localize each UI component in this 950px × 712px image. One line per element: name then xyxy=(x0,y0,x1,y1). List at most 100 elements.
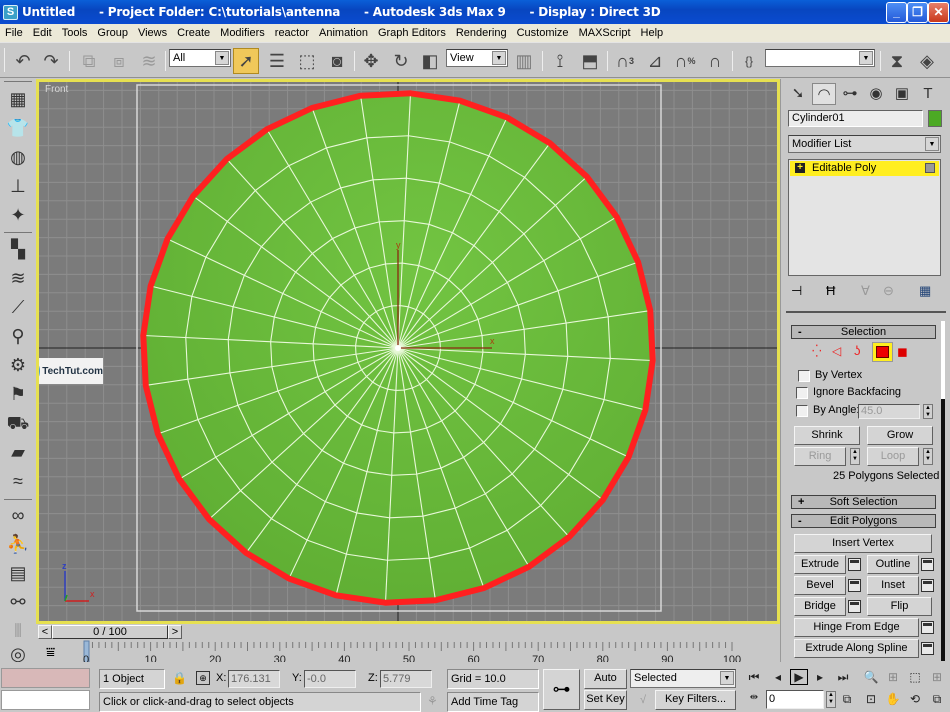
angle-spinner[interactable]: ▲ ▼ xyxy=(923,404,933,419)
modify-tab[interactable]: ◠ xyxy=(812,83,836,105)
manipulate-icon[interactable]: ⟟ xyxy=(547,48,573,74)
rect-selection-region-icon[interactable]: ⬚ xyxy=(294,48,320,74)
close-button[interactable]: ✕ xyxy=(928,2,949,23)
go-to-end-icon[interactable]: ⏭ xyxy=(834,670,852,685)
rope-collection-icon[interactable]: ⊥ xyxy=(6,174,30,198)
vertex-subobject-icon[interactable]: ⁛ xyxy=(812,344,822,358)
constraint-solver-icon[interactable]: ∞ xyxy=(6,503,30,527)
move-icon[interactable]: ✥ xyxy=(358,48,384,74)
menu-views[interactable]: Views xyxy=(133,27,172,39)
gear-icon[interactable]: ⚙ xyxy=(6,353,30,377)
plane-icon[interactable]: ▚ xyxy=(6,237,30,261)
viewport-canvas[interactable]: y x z x xyxy=(39,82,777,621)
ignore-backfacing-checkbox[interactable] xyxy=(796,387,808,399)
outline-settings-icon[interactable] xyxy=(921,558,934,571)
dashpot-icon[interactable]: ⟋ xyxy=(6,295,30,319)
bridge-button[interactable]: Bridge xyxy=(794,597,846,616)
extrude-along-spline-button[interactable]: Extrude Along Spline xyxy=(794,639,919,658)
select-object-icon[interactable]: ➚ xyxy=(233,48,259,74)
inset-settings-icon[interactable] xyxy=(921,579,934,592)
key-mode-dropdown[interactable]: Selected ▼ xyxy=(630,669,736,688)
y-coordinate-field[interactable]: -0.0 xyxy=(304,670,356,688)
display-tab[interactable]: ▣ xyxy=(890,83,914,105)
extrude-settings-icon[interactable] xyxy=(848,558,861,571)
expand-icon[interactable]: + xyxy=(795,163,805,173)
extrude-button[interactable]: Extrude xyxy=(794,555,846,574)
zoom-all-icon[interactable]: ⊞ xyxy=(884,670,902,684)
spring-icon[interactable]: ≋ xyxy=(6,266,30,290)
viewport-front[interactable]: y x z x Front T TechTut.com xyxy=(36,79,780,624)
element-subobject-icon[interactable]: ◼ xyxy=(897,344,908,360)
loop-spinner[interactable]: ▲ ▼ xyxy=(923,448,933,465)
bevel-settings-icon[interactable] xyxy=(848,579,861,592)
unlink-icon[interactable]: ⧈ xyxy=(106,48,132,74)
region-zoom-icon[interactable]: ⊡ xyxy=(862,692,880,706)
menu-customize[interactable]: Customize xyxy=(512,27,574,39)
add-time-tag-button[interactable]: Add Time Tag xyxy=(447,692,539,712)
default-tangent-icon[interactable]: √ xyxy=(640,694,646,706)
percent-snap-icon[interactable]: ∩% xyxy=(672,48,698,74)
angle-snap-icon[interactable]: ⊿ xyxy=(642,48,668,74)
show-end-result-icon[interactable]: Ħ xyxy=(826,283,835,298)
object-name-field[interactable]: Cylinder01 xyxy=(788,110,923,127)
scale-icon[interactable]: ◧ xyxy=(417,48,443,74)
menu-maxscript[interactable]: MAXScript xyxy=(574,27,636,39)
selection-filter-dropdown[interactable]: All ▼ xyxy=(169,49,231,67)
time-tag-icon[interactable]: ⚘ xyxy=(427,694,438,708)
previous-frame-icon[interactable]: ◂ xyxy=(769,670,787,684)
water-icon[interactable]: ≈ xyxy=(6,469,30,493)
object-color-swatch[interactable] xyxy=(928,110,942,127)
border-subobject-icon[interactable]: ʖ xyxy=(854,343,861,358)
zoom-extents-all-icon[interactable]: ⊞ xyxy=(928,670,946,684)
by-vertex-checkbox[interactable] xyxy=(798,370,810,382)
spinner-snap-icon[interactable]: ∩ xyxy=(702,48,728,74)
named-selection-dropdown[interactable]: ▼ xyxy=(765,49,875,67)
mini-curve-editor-icon[interactable]: ⩸ xyxy=(46,644,55,661)
current-frame-field[interactable]: 0 xyxy=(766,690,824,709)
menu-group[interactable]: Group xyxy=(92,27,133,39)
panel-scrollbar-thumb[interactable] xyxy=(941,399,945,661)
insert-vertex-button[interactable]: Insert Vertex xyxy=(794,534,932,553)
prismatic-icon[interactable]: ⫴ xyxy=(6,619,30,643)
key-filters-button[interactable]: Key Filters... xyxy=(655,690,736,710)
window-crossing-icon[interactable]: ◙ xyxy=(324,48,350,74)
menu-create[interactable]: Create xyxy=(172,27,215,39)
angle-value-field[interactable]: 45.0 xyxy=(858,404,920,419)
ragdoll-icon[interactable]: ⛹ xyxy=(6,532,30,556)
modifier-list-dropdown[interactable]: Modifier List ▼ xyxy=(788,135,941,153)
pin-stack-icon[interactable]: ⊣ xyxy=(791,283,802,299)
menu-help[interactable]: Help xyxy=(636,27,669,39)
by-angle-checkbox[interactable] xyxy=(796,405,808,417)
reference-coord-dropdown[interactable]: View ▼ xyxy=(446,49,508,67)
maxscript-listener-pink[interactable] xyxy=(1,668,90,688)
edit-polygons-rollout-header[interactable]: - Edit Polygons xyxy=(791,514,936,528)
menu-reactor[interactable]: reactor xyxy=(270,27,314,39)
rigid-body-collection-icon[interactable]: ▦ xyxy=(6,87,30,111)
time-configuration-icon[interactable]: ⧉ xyxy=(838,692,856,707)
keyboard-shortcut-icon[interactable]: ⬒ xyxy=(577,48,603,74)
bevel-button[interactable]: Bevel xyxy=(794,576,846,595)
minimize-button[interactable]: _ xyxy=(886,2,907,23)
utilities-tab[interactable]: T xyxy=(916,83,940,105)
next-frame-button[interactable]: > xyxy=(168,625,182,639)
soft-selection-rollout-header[interactable]: + Soft Selection xyxy=(791,495,936,509)
key-mode-toggle-icon[interactable]: ⇹ xyxy=(745,692,763,703)
lock-icon[interactable]: 🔒 xyxy=(172,671,187,685)
menu-rendering[interactable]: Rendering xyxy=(451,27,512,39)
arc-rotate-icon[interactable]: ⟲ xyxy=(906,692,924,706)
redo-icon[interactable]: ↷ xyxy=(38,48,64,74)
cloth-collection-icon[interactable]: 👕 xyxy=(6,116,30,140)
motion-tab[interactable]: ◉ xyxy=(864,83,888,105)
rotate-icon[interactable]: ↻ xyxy=(388,48,414,74)
maximize-viewport-icon[interactable]: ⧉ xyxy=(928,692,946,707)
time-slider[interactable]: 0 / 100 xyxy=(52,625,168,639)
ring-button[interactable]: Ring xyxy=(794,447,846,466)
loop-button[interactable]: Loop xyxy=(867,447,919,466)
play-icon[interactable]: ▶ xyxy=(790,669,808,685)
align-icon[interactable]: ◈ xyxy=(914,48,940,74)
shrink-button[interactable]: Shrink xyxy=(794,426,860,445)
point-to-point-icon[interactable]: ⚯ xyxy=(6,590,30,614)
select-by-name-icon[interactable]: ☰ xyxy=(264,48,290,74)
next-frame-icon[interactable]: ▸ xyxy=(811,670,829,684)
zoom-extents-icon[interactable]: ⬚ xyxy=(906,670,924,684)
